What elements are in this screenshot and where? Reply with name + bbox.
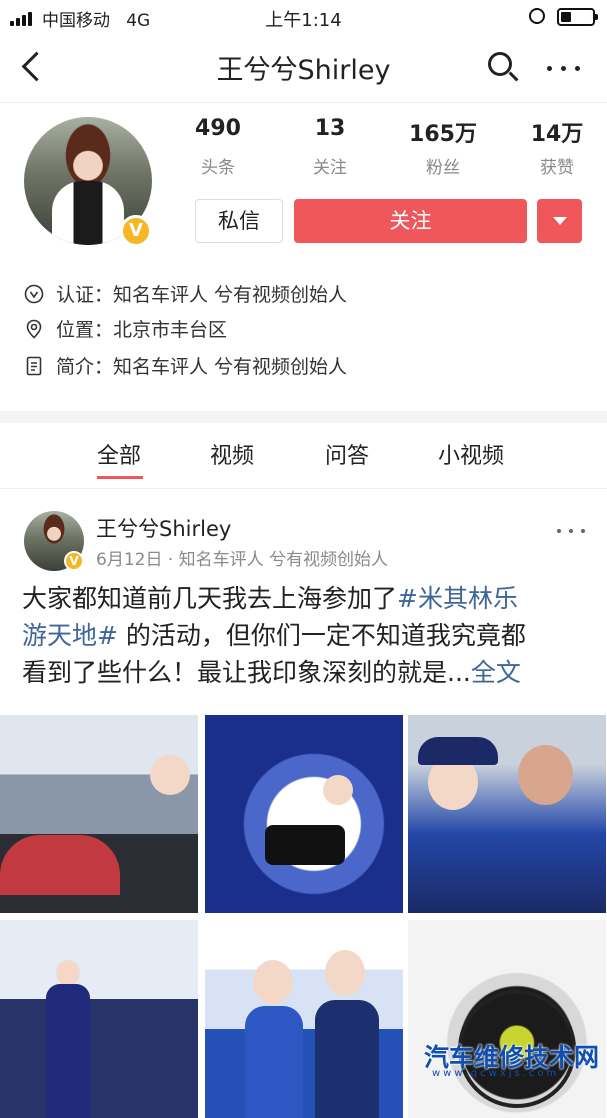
verified-badge-icon: V [64, 551, 84, 571]
tab-all[interactable]: 全部 [97, 438, 141, 470]
post-photo-1[interactable] [0, 715, 198, 913]
follow-button[interactable]: 关注 [294, 199, 527, 243]
message-button[interactable]: 私信 [195, 199, 283, 243]
clock: 上午1:14 [265, 10, 342, 31]
info-location-text: 位置：北京市丰台区 [56, 319, 228, 341]
post-photo-4[interactable] [0, 920, 198, 1118]
stat-following-label[interactable]: 关注 [285, 153, 375, 178]
location-icon [26, 319, 42, 339]
stat-articles-label[interactable]: 头条 [173, 153, 263, 178]
post-author-name[interactable]: 王兮兮Shirley [96, 513, 231, 543]
info-verification-text: 认证：知名车评人 兮有视频创始人 [56, 284, 348, 306]
post-photo-2[interactable] [205, 715, 403, 913]
active-tab-indicator [97, 476, 143, 479]
stat-likes-value: 14万 [530, 122, 584, 147]
hashtag-link[interactable]: #米其林乐 [397, 584, 518, 613]
post-text-line: 看到了些什么！最让我印象深刻的就是... [22, 658, 471, 687]
stat-fans-value[interactable]: 165万 [398, 116, 488, 148]
post-photo-5[interactable] [205, 920, 403, 1118]
alarm-icon [529, 8, 545, 24]
tab-qa[interactable]: 问答 [325, 438, 369, 470]
search-icon[interactable] [488, 52, 512, 76]
post-meta: 6月12日 · 知名车评人 兮有视频创始人 [96, 550, 389, 570]
post-more-icon[interactable] [557, 529, 587, 535]
watermark-url: www.qcwxjs.com [432, 1068, 560, 1079]
post-photo-3[interactable] [408, 715, 606, 913]
document-icon [26, 356, 42, 376]
tab-video[interactable]: 视频 [210, 438, 254, 470]
stat-likes-label: 获赞 [540, 158, 574, 178]
hashtag-link[interactable]: 游天地# [22, 621, 118, 650]
full-text-link[interactable]: 全文 [471, 658, 521, 687]
verified-badge-icon: V [120, 215, 152, 247]
stat-articles-value[interactable]: 490 [173, 116, 263, 141]
battery-icon [557, 8, 598, 26]
section-divider [0, 411, 607, 423]
chevron-down-icon[interactable] [537, 199, 582, 243]
divider [0, 488, 607, 489]
info-bio-text: 简介：知名车评人 兮有视频创始人 [56, 356, 348, 378]
post-text[interactable]: 大家都知道前几天我去上海参加了#米其林乐 游天地# 的活动，但你们一定不知道我究… [22, 580, 587, 691]
post-text-line: 大家都知道前几天我去上海参加了 [22, 584, 398, 613]
divider [0, 102, 607, 103]
more-icon[interactable] [547, 66, 581, 72]
stat-fans-label[interactable]: 粉丝 [398, 153, 488, 178]
tab-short-video[interactable]: 小视频 [438, 438, 504, 470]
post-text-line: 的活动，但你们一定不知道我究竟都 [117, 621, 526, 650]
status-bar: 中国移动 4G 上午1:14 [0, 0, 607, 36]
post-photo-6[interactable] [408, 920, 606, 1118]
verified-icon [24, 284, 44, 304]
stat-following-value[interactable]: 13 [285, 116, 375, 141]
